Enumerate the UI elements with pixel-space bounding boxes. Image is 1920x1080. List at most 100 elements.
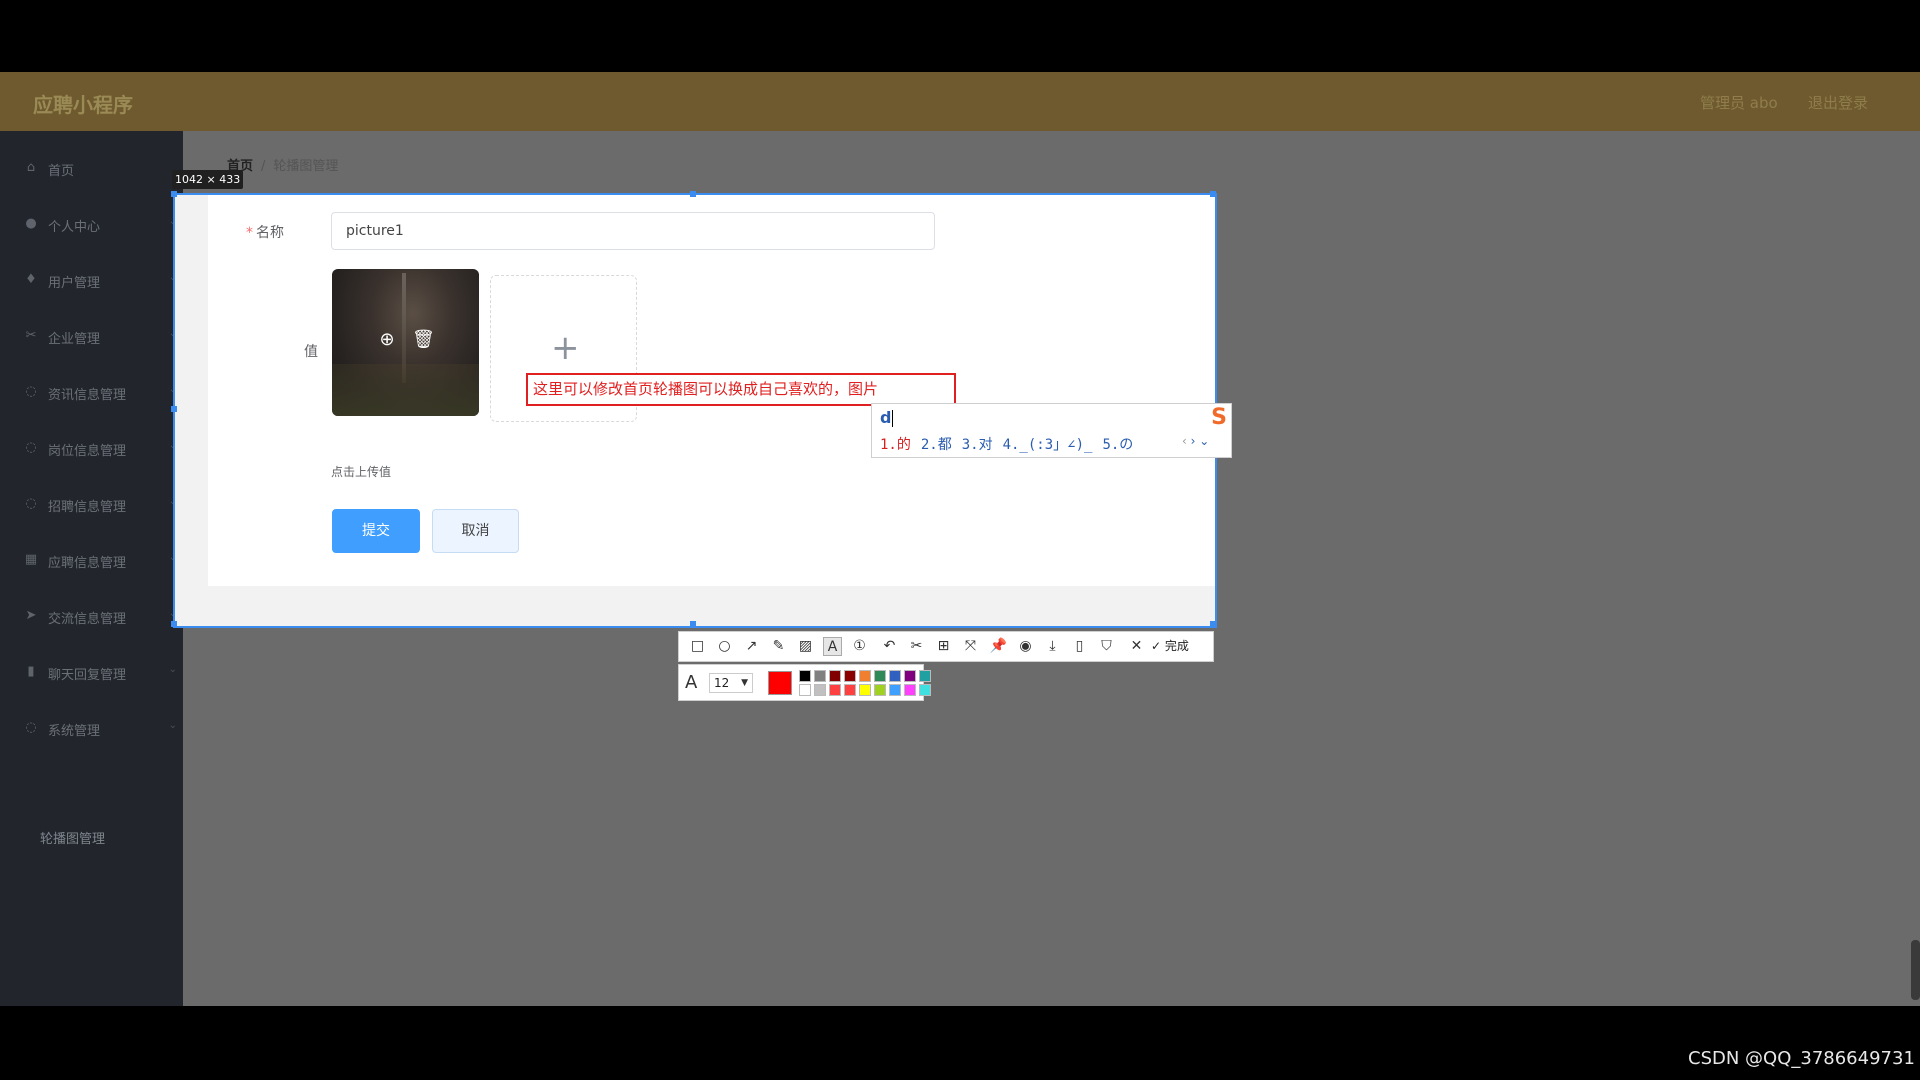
color-swatch[interactable]	[889, 684, 901, 696]
submit-button[interactable]: 提交	[332, 509, 420, 553]
resize-handle-bottom[interactable]	[690, 621, 696, 627]
sidebar-item-label: 资讯信息管理	[48, 388, 127, 403]
sidebar-item[interactable]: ◌资讯信息管理⌄	[0, 373, 183, 413]
sidebar-item-label: 首页	[48, 164, 75, 179]
sidebar-item[interactable]: ◌ 系统管理 ⌄	[0, 709, 183, 749]
chevron-down-icon: ⌄	[168, 720, 177, 731]
ocr-icon[interactable]: ⊞	[934, 637, 953, 656]
pin-icon[interactable]: 📌	[989, 637, 1008, 656]
sidebar-item-label: 岗位信息管理	[48, 444, 127, 459]
done-label: 完成	[1164, 639, 1189, 653]
cancel-button[interactable]: 取消	[432, 509, 519, 553]
color-swatch[interactable]	[814, 670, 826, 682]
sidebar-item[interactable]: ✂企业管理⌄	[0, 317, 183, 357]
circle-icon: ◌	[25, 384, 37, 399]
plus-icon: +	[551, 328, 580, 368]
scrollbar-thumb[interactable]	[1911, 940, 1920, 1000]
circle-icon: ◌	[25, 496, 37, 511]
color-swatch[interactable]	[799, 670, 811, 682]
color-swatch[interactable]	[904, 684, 916, 696]
arrow-tool-icon[interactable]: ↗	[742, 637, 761, 656]
color-swatch[interactable]	[829, 684, 841, 696]
color-swatch[interactable]	[799, 684, 811, 696]
rectangle-tool-icon[interactable]: □	[688, 637, 707, 656]
resize-handle-top[interactable]	[690, 191, 696, 197]
color-swatch[interactable]	[844, 670, 856, 682]
long-screenshot-icon[interactable]: ⤧	[961, 637, 980, 656]
resize-handle-top-right[interactable]	[1210, 191, 1216, 197]
sidebar-item[interactable]: ⌂ 首页	[0, 149, 183, 189]
upload-hint: 点击上传值	[331, 465, 392, 479]
ime-candidate[interactable]: 4._(:3」∠)_	[1003, 437, 1093, 453]
current-color-swatch[interactable]	[768, 671, 792, 695]
sidebar: ⌂首页●个人中心⌄♦用户管理⌄✂企业管理⌄◌资讯信息管理⌄◌岗位信息管理⌄◌招聘…	[0, 131, 183, 1006]
ime-candidate[interactable]: 3.对	[962, 437, 993, 453]
chart-icon: ▮	[27, 664, 35, 679]
sidebar-subitem-carousel[interactable]: 轮播图管理	[40, 828, 105, 847]
done-button[interactable]: ✓ 完成	[1151, 637, 1189, 654]
mosaic-tool-icon[interactable]: ▨	[796, 637, 815, 656]
resize-handle-left[interactable]	[171, 406, 177, 412]
ime-candidate[interactable]: 1.的	[880, 437, 911, 453]
ime-candidate[interactable]: 5.の	[1102, 437, 1133, 453]
pen-tool-icon[interactable]: ✎	[769, 637, 788, 656]
ellipse-tool-icon[interactable]: ○	[715, 637, 734, 656]
sidebar-item[interactable]: ◌招聘信息管理⌄	[0, 485, 183, 525]
font-icon: A	[685, 672, 698, 693]
ime-candidate-popup: d 1.的 2.都 3.对 4._(:3」∠)_ 5.の ‹ › ⌄ S	[871, 403, 1232, 458]
ime-logo-icon: S	[1211, 405, 1227, 430]
translate-icon[interactable]: ✂	[907, 637, 926, 656]
color-swatch[interactable]	[859, 670, 871, 682]
ime-prev-icon[interactable]: ‹	[1182, 434, 1187, 448]
uploaded-image-thumbnail: ⊕ 🗑	[332, 269, 479, 416]
required-mark: *	[246, 225, 253, 241]
name-label: * 名称	[246, 222, 284, 242]
name-label-text: 名称	[256, 225, 284, 241]
color-swatch[interactable]	[859, 684, 871, 696]
save-icon[interactable]: ▯	[1070, 637, 1089, 656]
screenshot-toolbar: ✓ 完成 □ ○ ↗ ✎ ▨ A ① ↶ ✂ ⊞ ⤧ 📌 ◉ ⤓ ▯ ⛉ ✕	[678, 631, 1214, 662]
sidebar-item[interactable]: ➤交流信息管理⌄	[0, 597, 183, 637]
circle-icon: ◌	[25, 720, 37, 735]
sidebar-item-label: 交流信息管理	[48, 612, 127, 627]
color-swatch[interactable]	[889, 670, 901, 682]
ime-page-nav[interactable]: ‹ › ⌄	[1182, 434, 1209, 448]
text-tool-icon[interactable]: A	[823, 637, 842, 656]
resize-handle-bottom-left[interactable]	[171, 621, 177, 627]
logout-link[interactable]: 退出登录	[1808, 92, 1868, 113]
undo-icon[interactable]: ↶	[880, 637, 899, 656]
breadcrumb-current: 轮播图管理	[273, 159, 339, 174]
color-swatch[interactable]	[919, 670, 931, 682]
zoom-in-icon[interactable]: ⊕	[376, 329, 398, 351]
sidebar-item[interactable]: ♦用户管理⌄	[0, 261, 183, 301]
close-icon[interactable]: ✕	[1127, 637, 1146, 656]
sidebar-item[interactable]: ●个人中心⌄	[0, 205, 183, 245]
color-swatch[interactable]	[844, 684, 856, 696]
ime-next-icon[interactable]: ›	[1191, 434, 1196, 448]
bookmark-icon[interactable]: ⛉	[1097, 637, 1116, 656]
mic-icon: ♦	[25, 272, 37, 287]
sidebar-item-label: 个人中心	[48, 220, 101, 235]
text-annotation[interactable]: 这里可以修改首页轮播图可以换成自己喜欢的，图片	[526, 373, 956, 406]
resize-handle-top-left[interactable]	[171, 191, 177, 197]
number-tool-icon[interactable]: ①	[850, 637, 869, 656]
sidebar-item[interactable]: ▮ 聊天回复管理 ⌄	[0, 653, 183, 693]
color-swatch[interactable]	[874, 670, 886, 682]
color-swatch[interactable]	[814, 684, 826, 696]
download-icon[interactable]: ⤓	[1043, 637, 1062, 656]
record-icon[interactable]: ◉	[1016, 637, 1035, 656]
color-swatch[interactable]	[874, 684, 886, 696]
ime-candidate[interactable]: 2.都	[921, 437, 952, 453]
resize-handle-bottom-right[interactable]	[1210, 621, 1216, 627]
chevron-down-icon: ⌄	[168, 664, 177, 675]
color-swatch[interactable]	[829, 670, 841, 682]
ime-expand-icon[interactable]: ⌄	[1199, 434, 1209, 448]
thumbnail-hover-overlay	[332, 269, 479, 416]
font-size-select[interactable]: 12 ▼	[709, 673, 753, 693]
sidebar-item[interactable]: ▦应聘信息管理⌄	[0, 541, 183, 581]
color-swatch[interactable]	[919, 684, 931, 696]
delete-icon[interactable]: 🗑	[412, 329, 435, 351]
sidebar-item[interactable]: ◌岗位信息管理⌄	[0, 429, 183, 469]
name-input[interactable]: picture1	[331, 212, 935, 250]
color-swatch[interactable]	[904, 670, 916, 682]
